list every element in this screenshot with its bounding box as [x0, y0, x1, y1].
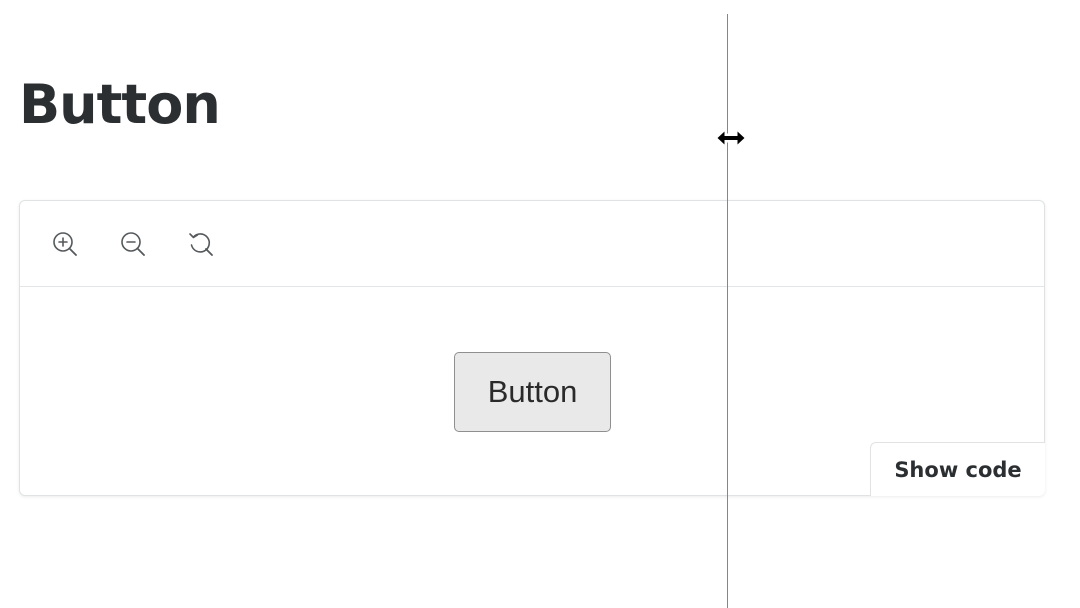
- preview-toolbar: [20, 201, 1044, 287]
- component-preview-card: Button Show code: [19, 200, 1045, 496]
- demo-button[interactable]: Button: [454, 352, 611, 432]
- page-title: Button: [19, 73, 221, 136]
- zoom-out-button[interactable]: [117, 228, 149, 260]
- resize-guide-line[interactable]: [727, 14, 728, 608]
- reset-zoom-icon: [189, 233, 213, 256]
- show-code-button[interactable]: Show code: [870, 442, 1045, 496]
- page: Button Button Show code: [0, 0, 1080, 608]
- resize-horizontal-cursor-icon: [714, 128, 748, 148]
- reset-zoom-button[interactable]: [185, 228, 217, 260]
- zoom-in-button[interactable]: [49, 228, 81, 260]
- zoom-out-icon: [121, 232, 145, 256]
- zoom-in-icon: [53, 232, 77, 256]
